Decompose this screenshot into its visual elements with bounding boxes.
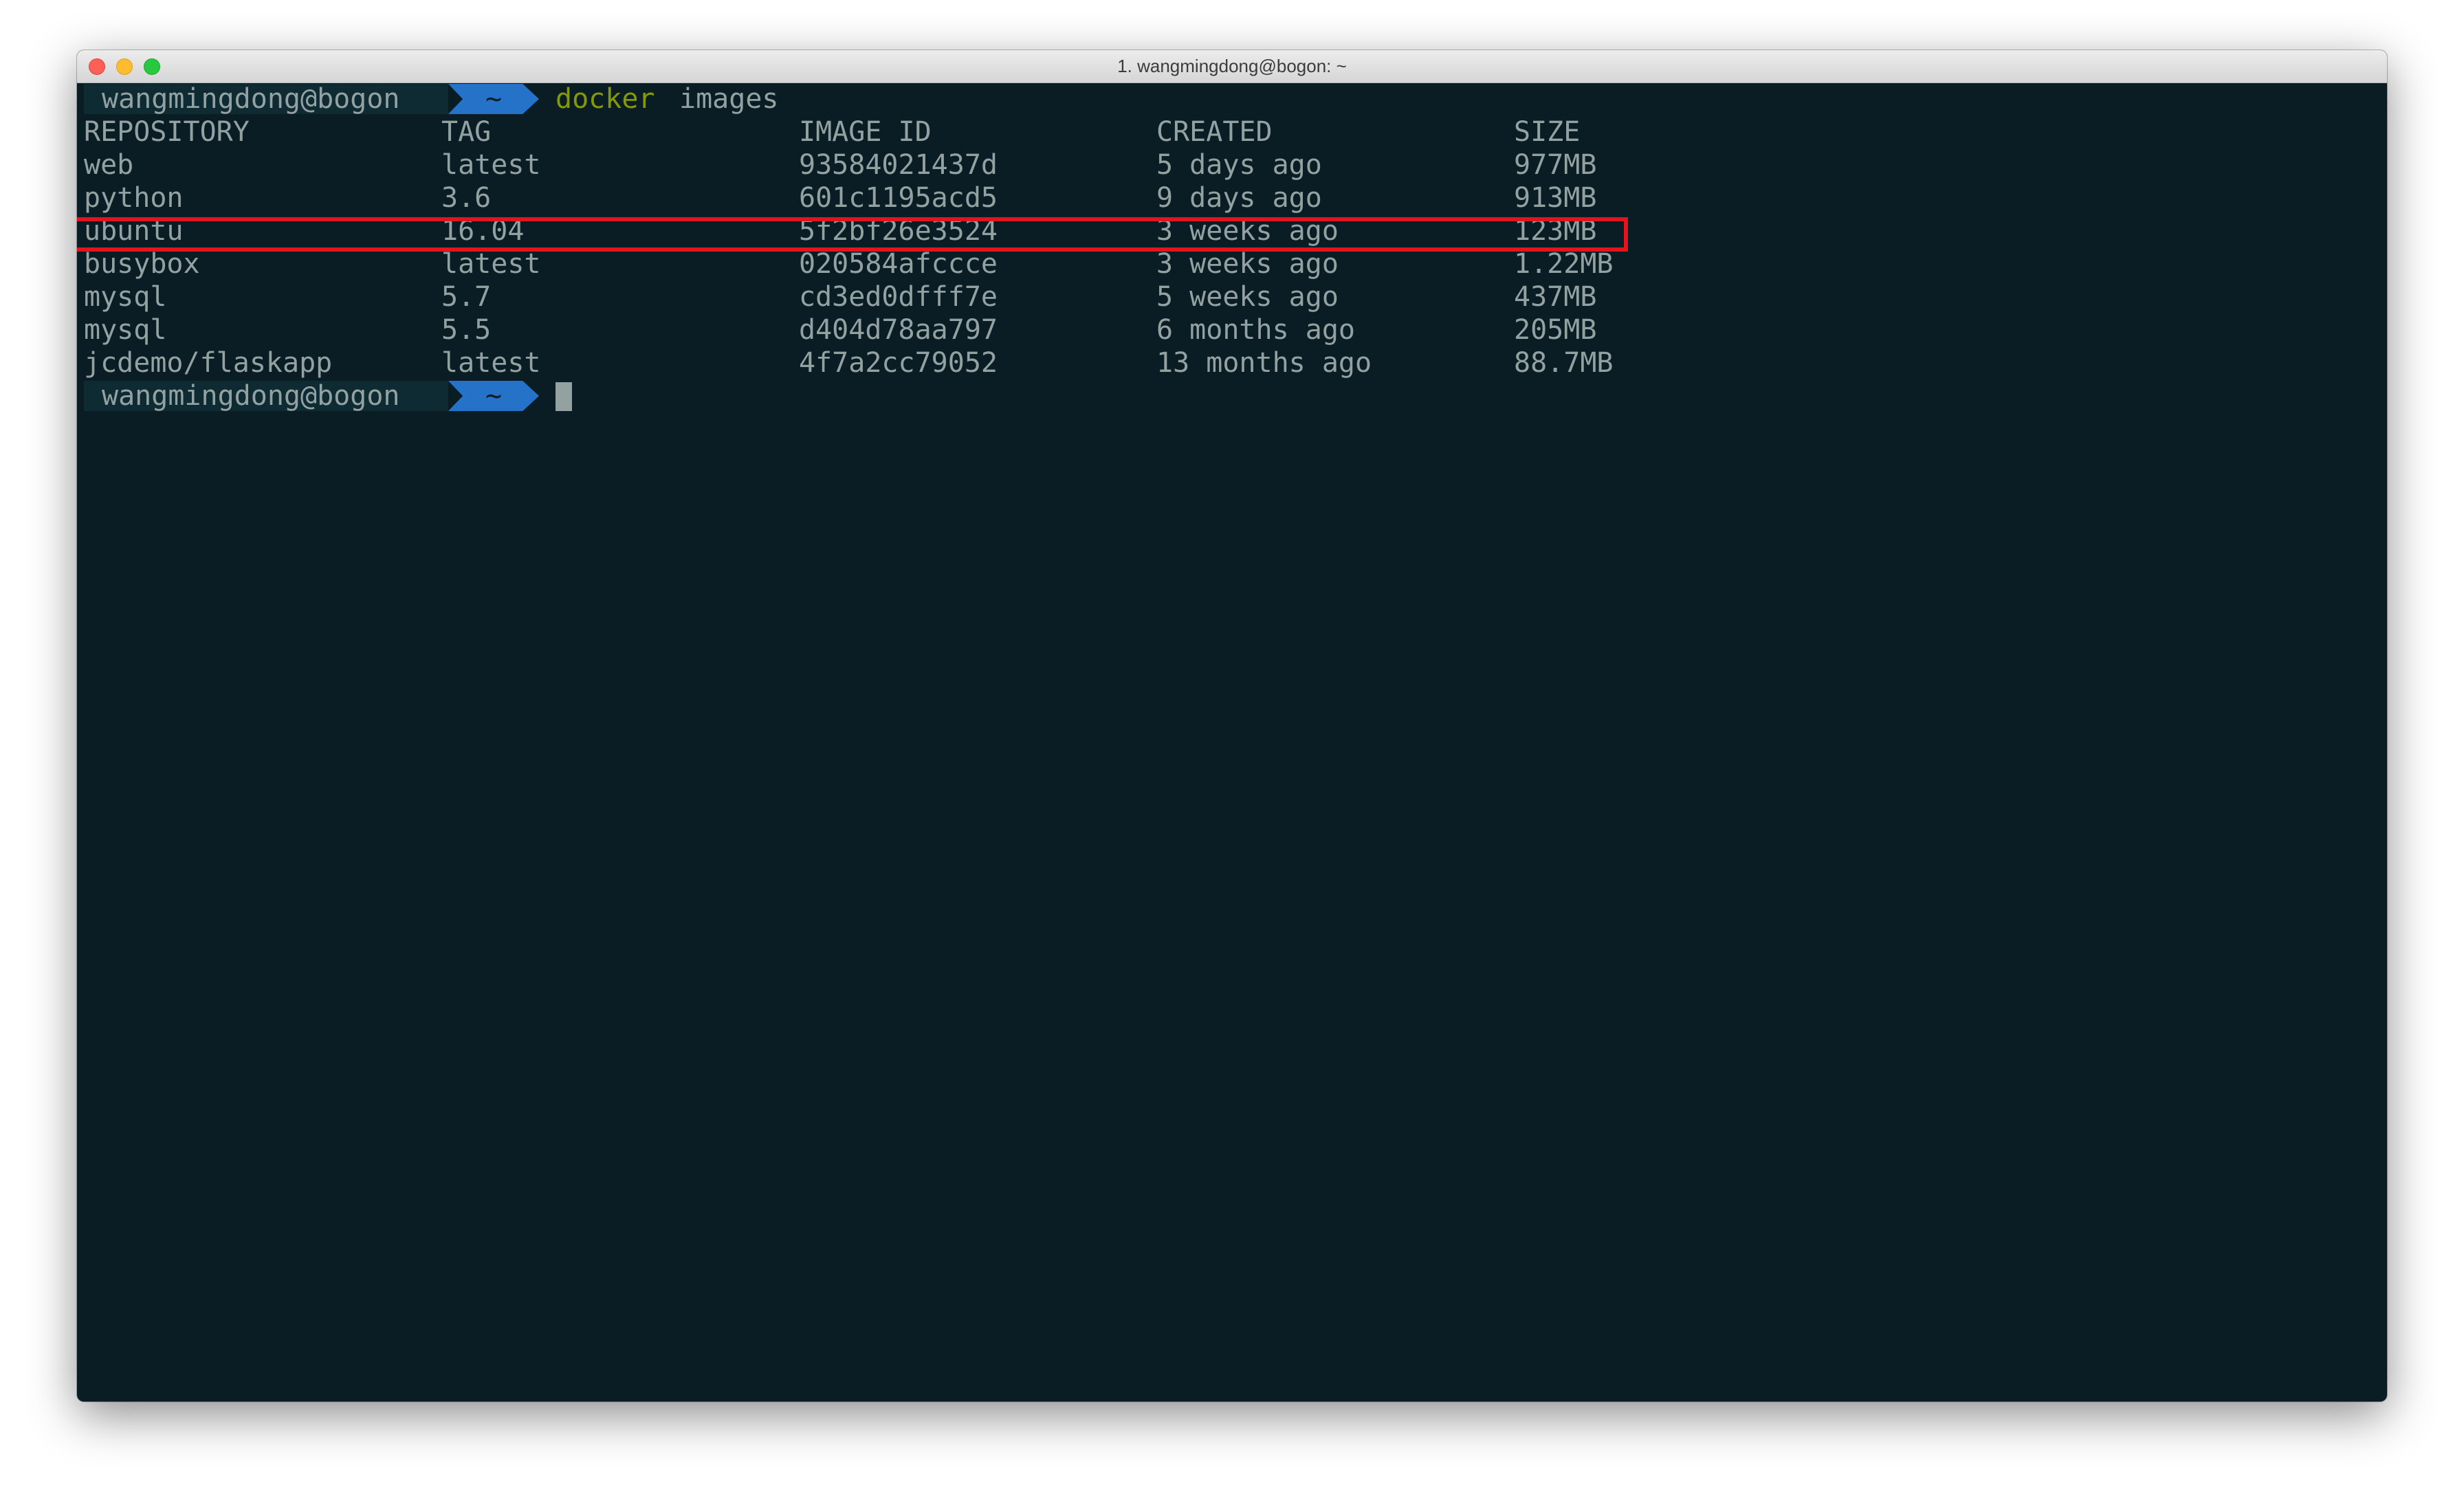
current-prompt-line[interactable]: wangmingdong@bogon ~ (84, 379, 1046, 412)
terminal-content[interactable]: wangmingdong@bogon ~ docker images REPOS… (77, 82, 2387, 1402)
created-cell: 13 months ago (1156, 347, 1372, 379)
table-row: jcdemo/flaskapp latest 4f7a2cc79052 13 m… (84, 346, 1734, 379)
size-cell: 977MB (1514, 149, 1597, 181)
prompt-user: wangmingdong@bogon (84, 381, 448, 411)
created-cell: 9 days ago (1156, 182, 1322, 214)
header-image-id: IMAGE ID (799, 116, 932, 148)
created-cell: 5 weeks ago (1156, 281, 1339, 313)
table-row: mysql 5.5 d404d78aa797 6 months ago 205M… (84, 313, 1734, 346)
size-cell: 437MB (1514, 281, 1597, 313)
table-row: web latest 93584021437d 5 days ago 977MB (84, 148, 1734, 181)
tag-cell: 5.5 (441, 314, 492, 346)
prompt-directory: ~ (448, 381, 539, 411)
header-repository: REPOSITORY (84, 116, 250, 148)
tag-cell: 3.6 (441, 182, 492, 214)
repository-cell: busybox (84, 248, 200, 280)
prompt-directory: ~ (448, 84, 539, 114)
prompt-user: wangmingdong@bogon (84, 84, 448, 114)
repository-cell: mysql (84, 281, 167, 313)
text-cursor (556, 382, 572, 411)
terminal-window[interactable]: 1. wangmingdong@bogon: ~ wangmingdong@bo… (77, 50, 2387, 1402)
header-created: CREATED (1156, 116, 1273, 148)
size-cell: 88.7MB (1514, 347, 1614, 379)
command-line: wangmingdong@bogon ~ docker images (84, 82, 1046, 115)
tag-cell: latest (441, 149, 541, 181)
header-tag: TAG (441, 116, 492, 148)
table-row: python 3.6 601c1195acd5 9 days ago 913MB (84, 181, 1734, 214)
table-row: mysql 5.7 cd3ed0dfff7e 5 weeks ago 437MB (84, 280, 1734, 313)
command-args: images (679, 83, 779, 115)
window-title: 1. wangmingdong@bogon: ~ (1117, 56, 1347, 76)
repository-cell: jcdemo/flaskapp (84, 347, 333, 379)
tag-cell: latest (441, 248, 541, 280)
created-cell: 3 weeks ago (1156, 248, 1339, 280)
title-bar[interactable]: 1. wangmingdong@bogon: ~ (77, 50, 2387, 83)
size-cell: 1.22MB (1514, 248, 1614, 280)
created-cell: 5 days ago (1156, 149, 1322, 181)
tag-cell: 5.7 (441, 281, 492, 313)
repository-cell: python (84, 182, 184, 214)
table-header: REPOSITORY TAG IMAGE ID CREATED SIZE (84, 115, 1734, 148)
table-row: busybox latest 020584afccce 3 weeks ago … (84, 247, 1734, 280)
image-id-cell: 4f7a2cc79052 (799, 347, 998, 379)
size-cell: 913MB (1514, 182, 1597, 214)
size-cell: 205MB (1514, 314, 1597, 346)
image-id-cell: cd3ed0dfff7e (799, 281, 998, 313)
repository-cell: mysql (84, 314, 167, 346)
image-id-cell: 601c1195acd5 (799, 182, 998, 214)
image-id-cell: 93584021437d (799, 149, 998, 181)
tag-cell: latest (441, 347, 541, 379)
created-cell: 6 months ago (1156, 314, 1355, 346)
header-size: SIZE (1514, 116, 1581, 148)
image-id-cell: d404d78aa797 (799, 314, 998, 346)
command-name: docker (556, 83, 655, 115)
image-id-cell: 020584afccce (799, 248, 998, 280)
repository-cell: web (84, 149, 134, 181)
highlight-box (77, 217, 1628, 252)
